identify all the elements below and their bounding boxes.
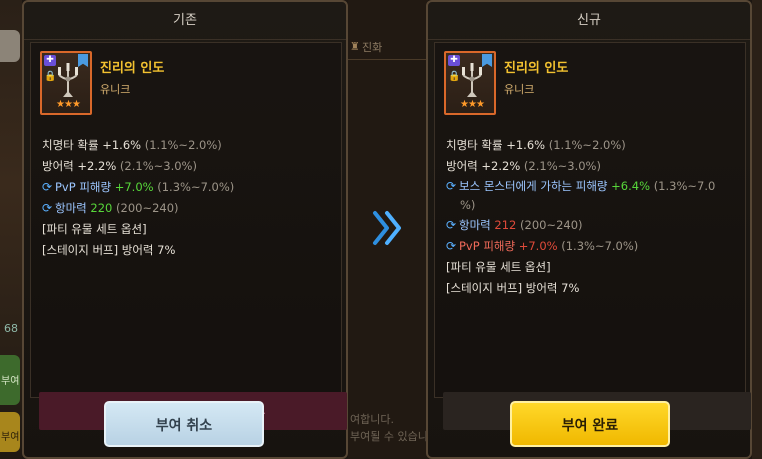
stat-label: 항마력 (55, 201, 87, 215)
cycle-arrows-icon: ⟳ (42, 201, 53, 215)
stat-range: (2.1%~3.0%) (523, 159, 601, 173)
stat-value: +6.4% (611, 179, 651, 193)
background-right-strip (752, 0, 762, 459)
stat-value: +1.6% (102, 138, 142, 152)
background-tab-icon: ♜ (350, 40, 360, 53)
stat-value: +2.2% (77, 159, 117, 173)
item-detail-box: ✚ 🔒 ★★★ 진리의 인도 유니크 치명타 확률 +1.6% (1.1%~2.… (434, 42, 751, 430)
stat-magic-resist: ⟳ 항마력 212 (200~240) (446, 215, 742, 236)
stat-label: 치명타 확률 (446, 138, 503, 152)
item-grade: 유니크 (504, 83, 535, 96)
stat-range: (200~240) (116, 201, 179, 215)
new-option-panel: 신규 ✚ 🔒 ★★★ 진리의 인도 유니크 치명타 확률 +1.6% (1.1%… (426, 0, 752, 459)
stat-boss-damage: ⟳ 보스 몬스터에게 가하는 피해량 +6.4% (1.3%~7.0 %) (446, 177, 742, 215)
stat-label: PvP 피해량 (459, 239, 516, 253)
background-tab (348, 34, 428, 60)
stat-crit-rate: 치명타 확률 +1.6% (1.1%~2.0%) (446, 135, 742, 156)
stat-value: +7.0% (518, 239, 558, 253)
stat-list: 치명타 확률 +1.6% (1.1%~2.0%) 방어력 +2.2% (2.1%… (42, 135, 338, 261)
stat-range: (1.3%~7.0 (653, 179, 716, 193)
item-icon-frame: ✚ 🔒 ★★★ (40, 51, 92, 115)
stat-range: (1.3%~7.0%) (157, 180, 235, 194)
stat-value: 212 (494, 218, 517, 232)
star-rating: ★★★ (460, 99, 485, 110)
cancel-enchant-button[interactable]: 부여 취소 (104, 401, 264, 447)
background-left-button (0, 30, 20, 62)
candelabra-relic-icon (462, 63, 482, 97)
confirm-enchant-button[interactable]: 부여 완료 (510, 401, 670, 447)
star-rating: ★★★ (56, 99, 81, 110)
stat-label: 방어력 (446, 159, 478, 173)
stat-range: (2.1%~3.0%) (119, 159, 197, 173)
stat-label: PvP 피해량 (55, 180, 112, 194)
background-left-green-label: 부여 (1, 376, 20, 387)
stat-range: (200~240) (520, 218, 583, 232)
stat-crit-rate: 치명타 확률 +1.6% (1.1%~2.0%) (42, 135, 338, 156)
background-note-1: 여합니다. (350, 413, 394, 426)
stat-value: 220 (90, 201, 113, 215)
double-chevron-right-icon (373, 211, 401, 245)
background-left-yellow-label: 부여 (1, 432, 20, 443)
item-name: 진리의 인도 (504, 61, 569, 76)
candelabra-relic-icon (58, 63, 78, 97)
existing-option-panel: 기존 ✚ 🔒 ★★★ 진리의 인도 유니크 치명타 확률 +1.6% (1.1%… (22, 0, 348, 459)
stat-label: 보스 몬스터에게 가하는 피해량 (459, 179, 608, 193)
background-tab-label: 진화 (362, 41, 383, 54)
stat-range: (1.1%~2.0%) (144, 138, 222, 152)
stat-label: 방어력 (42, 159, 74, 173)
stat-list: 치명타 확률 +1.6% (1.1%~2.0%) 방어력 +2.2% (2.1%… (446, 135, 742, 299)
item-detail-box: ✚ 🔒 ★★★ 진리의 인도 유니크 치명타 확률 +1.6% (1.1%~2.… (30, 42, 347, 430)
stage-buff-label: [스테이지 버프] 방어력 7% (42, 243, 176, 257)
item-name: 진리의 인도 (100, 61, 165, 76)
background-side-number: 68 (4, 322, 18, 335)
cycle-arrows-icon: ⟳ (446, 218, 457, 232)
stat-defense: 방어력 +2.2% (2.1%~3.0%) (42, 156, 338, 177)
stat-magic-resist: ⟳ 항마력 220 (200~240) (42, 198, 338, 219)
panel-title: 신규 (428, 2, 750, 40)
stat-range: (1.1%~2.0%) (548, 138, 626, 152)
stat-value: +2.2% (481, 159, 521, 173)
stat-range-continued: %) (460, 198, 476, 212)
stat-pvp-damage: ⟳ PvP 피해량 +7.0% (1.3%~7.0%) (446, 236, 742, 257)
stat-range: (1.3%~7.0%) (561, 239, 639, 253)
set-option-label: [파티 유물 세트 옵션] (42, 222, 147, 236)
stat-label: 치명타 확률 (42, 138, 99, 152)
item-icon-frame: ✚ 🔒 ★★★ (444, 51, 496, 115)
set-option-label: [파티 유물 세트 옵션] (446, 260, 551, 274)
item-grade: 유니크 (100, 83, 131, 96)
stage-buff-label: [스테이지 버프] 방어력 7% (446, 281, 580, 295)
stat-pvp-damage: ⟳ PvP 피해량 +7.0% (1.3%~7.0%) (42, 177, 338, 198)
background-note-2: 부여될 수 있습니 (350, 430, 428, 443)
cycle-arrows-icon: ⟳ (42, 180, 53, 194)
panel-title: 기존 (24, 2, 346, 40)
stat-value: +7.0% (114, 180, 154, 194)
cycle-arrows-icon: ⟳ (446, 179, 457, 193)
stat-value: +1.6% (506, 138, 546, 152)
cycle-arrows-icon: ⟳ (446, 239, 457, 253)
stat-defense: 방어력 +2.2% (2.1%~3.0%) (446, 156, 742, 177)
stat-label: 항마력 (459, 218, 491, 232)
